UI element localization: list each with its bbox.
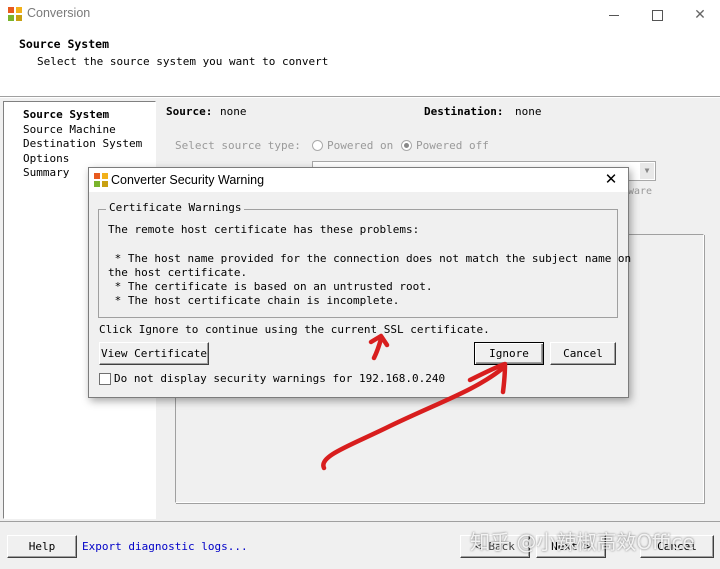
destination-label: Destination: (424, 105, 504, 118)
certificate-warnings-legend: Certificate Warnings (106, 201, 245, 214)
converter-app-icon (94, 173, 108, 187)
certificate-problem-line: * The host certificate chain is incomple… (108, 294, 400, 307)
page-title: Source System (19, 37, 110, 51)
source-type-label: Select source type: (175, 139, 301, 152)
page-subtitle: Select the source system you want to con… (37, 55, 329, 68)
minimize-icon (609, 14, 619, 16)
powered-off-radio-label[interactable]: Powered off (416, 139, 489, 152)
destination-value: none (515, 105, 542, 118)
sidebar-item-source-machine[interactable]: Source Machine (23, 123, 116, 136)
close-icon: ✕ (604, 171, 618, 188)
header-divider-highlight (0, 97, 720, 98)
sidebar-item-source-system[interactable]: Source System (23, 108, 109, 121)
suppress-warnings-label[interactable]: Do not display security warnings for 192… (114, 372, 445, 385)
certificate-intro-text: The remote host certificate has these pr… (108, 223, 420, 236)
dialog-close-button[interactable]: ✕ (599, 170, 623, 190)
ignore-button[interactable]: Ignore (474, 342, 544, 365)
window-title: Conversion (27, 6, 91, 20)
maximize-icon (651, 9, 663, 21)
minimize-button[interactable] (601, 4, 627, 24)
close-icon: ✕ (694, 6, 706, 22)
sidebar-item-options[interactable]: Options (23, 152, 69, 165)
dialog-title: Converter Security Warning (111, 173, 265, 187)
source-value: none (220, 105, 247, 118)
powered-off-radio[interactable] (401, 140, 412, 151)
sidebar-item-destination-system[interactable]: Destination System (23, 137, 142, 150)
maximize-button[interactable] (644, 4, 670, 24)
certificate-problem-line: the host certificate. (108, 266, 248, 279)
close-window-button[interactable]: ✕ (687, 4, 713, 24)
security-warning-dialog: Converter Security Warning ✕ Certificate… (88, 167, 632, 398)
view-certificate-button[interactable]: View Certificate (99, 342, 209, 365)
help-button[interactable]: Help (7, 535, 77, 558)
certificate-problem-line: * The host name provided for the connect… (108, 252, 632, 265)
product-hint-text: ware (628, 186, 653, 197)
chevron-down-icon[interactable]: ▼ (640, 163, 654, 179)
sidebar-item-summary[interactable]: Summary (23, 166, 69, 179)
ignore-instruction-text: Click Ignore to continue using the curre… (99, 323, 490, 336)
certificate-problem-line: * The certificate is based on an untrust… (108, 280, 433, 293)
source-label: Source: (166, 105, 213, 118)
cancel-dialog-button[interactable]: Cancel (550, 342, 616, 365)
window-titlebar: Conversion ✕ (0, 0, 720, 28)
footer-divider (0, 521, 720, 522)
powered-on-radio-label[interactable]: Powered on (327, 139, 393, 152)
dialog-titlebar: Converter Security Warning ✕ (89, 168, 628, 192)
suppress-warnings-checkbox[interactable] (99, 373, 111, 385)
wizard-header: Source System Select the source system y… (0, 28, 720, 96)
watermark-text: 知乎 @小辣椒高效Office (470, 530, 695, 554)
powered-on-radio[interactable] (312, 140, 323, 151)
converter-app-icon (8, 7, 22, 21)
export-diagnostic-logs-link[interactable]: Export diagnostic logs... (82, 540, 248, 553)
